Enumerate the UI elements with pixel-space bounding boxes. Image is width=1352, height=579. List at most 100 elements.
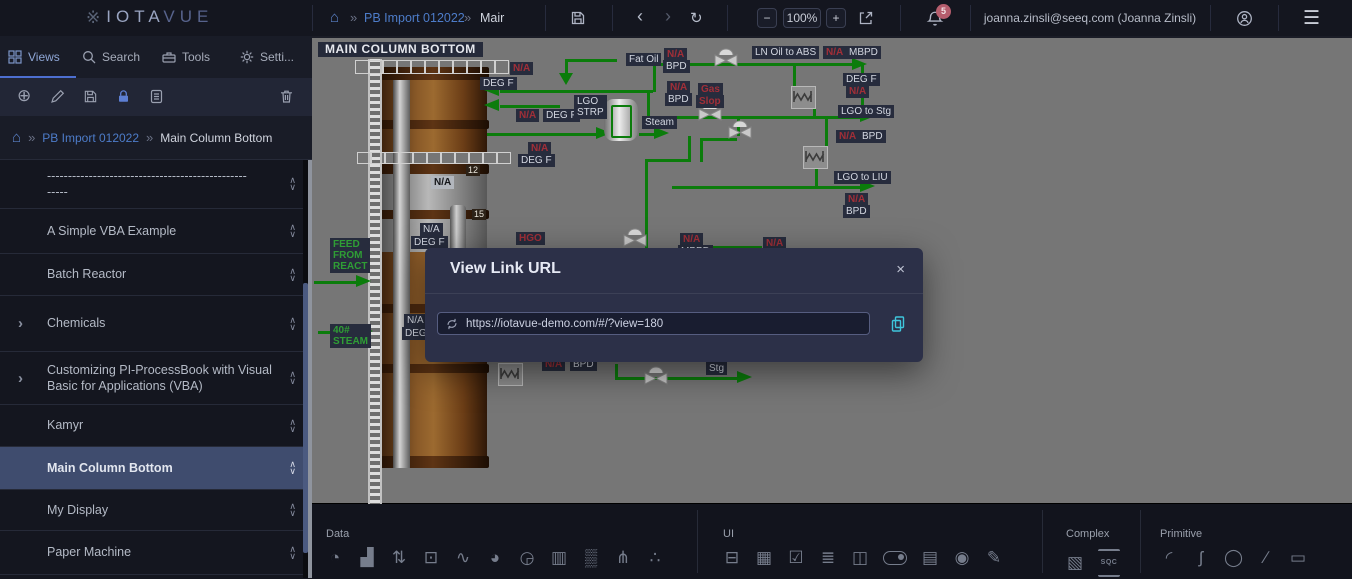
palette-group-primitive: Primitive◜ʃ◯∕▭ xyxy=(1160,528,1307,567)
expand-chevron-icon[interactable]: › xyxy=(18,370,23,387)
reorder-handle[interactable]: ∧∨ xyxy=(289,461,296,475)
s-curve-icon[interactable]: ʃ xyxy=(1192,549,1210,567)
sidebar-tabs: Views Search Tools Setti... xyxy=(0,36,312,78)
table-icon[interactable]: ▥ xyxy=(550,549,568,567)
dialog-title: View Link URL xyxy=(450,260,561,278)
save-view-button[interactable] xyxy=(570,10,586,26)
menu-button[interactable]: ☰ xyxy=(1303,7,1320,30)
refresh-icon[interactable]: ↻ xyxy=(690,9,703,27)
pipe-segment xyxy=(825,116,828,147)
tab-tools[interactable]: Tools xyxy=(162,36,210,78)
canvas-label: MBPD xyxy=(846,46,881,59)
breadcrumb-link[interactable]: PB Import 012022 xyxy=(42,131,139,145)
breadcrumb-link[interactable]: PB Import 012022 xyxy=(364,11,465,25)
expand-chevron-icon[interactable]: › xyxy=(18,315,23,332)
dialog-header: View Link URL × xyxy=(425,248,923,294)
line-icon[interactable]: ∕ xyxy=(1257,549,1275,567)
open-external-button[interactable] xyxy=(858,10,874,26)
range-icon[interactable]: ⇅ xyxy=(390,549,408,567)
arc-icon[interactable]: ◜ xyxy=(1160,549,1178,567)
link-url-input[interactable]: https://iotavue-demo.com/#/?view=180 xyxy=(437,312,870,335)
pipe-segment xyxy=(645,159,688,162)
hierarchy-icon[interactable]: ⋔ xyxy=(614,549,632,567)
text-input-icon[interactable]: ◫ xyxy=(851,549,869,567)
sidebar-item-kamyr[interactable]: Kamyr ∧∨ xyxy=(0,405,312,447)
sqc-icon[interactable]: SQC xyxy=(1098,549,1120,577)
sidebar-item-paper-machine[interactable]: Paper Machine∧∨ xyxy=(0,531,312,575)
sidebar-item-customizing-pi-processbo[interactable]: ›Customizing PI-ProcessBook with Visual … xyxy=(0,352,312,405)
reorder-handle[interactable]: ∧∨ xyxy=(289,317,296,331)
sidebar-item-my-display[interactable]: My Display∧∨ xyxy=(0,490,312,531)
canvas-label: LN Oil to ABS xyxy=(752,46,819,59)
canvas-label: Stg xyxy=(706,362,727,375)
canvas-label: BPD xyxy=(663,60,690,73)
map-icon[interactable]: ▧ xyxy=(1066,554,1084,572)
pipe-segment xyxy=(647,116,860,119)
toolbox-icon xyxy=(162,50,176,64)
lock-button[interactable] xyxy=(116,89,132,105)
sidebar-item-batch-reactor[interactable]: Batch Reactor∧∨ xyxy=(0,254,312,296)
save-button[interactable] xyxy=(83,89,99,105)
copy-link-button[interactable] xyxy=(891,316,905,332)
widget-palette: Data◔▟⇅⊡∿◕◶▥▒⋔∴UI⊟▦☑≣◫▤◉✎Complex▧SQCPrim… xyxy=(312,503,1352,579)
chevron-down-icon: ∨ xyxy=(289,275,296,282)
pipe-segment xyxy=(793,63,796,87)
forward-button[interactable]: › xyxy=(665,6,671,27)
sidebar-item--[interactable]: ----------------------------------------… xyxy=(0,160,312,209)
edit-button[interactable] xyxy=(50,89,66,105)
reorder-handle[interactable]: ∧∨ xyxy=(289,503,296,517)
back-button[interactable]: ‹ xyxy=(637,6,643,27)
home-icon[interactable]: ⌂ xyxy=(12,130,21,145)
sidebar-item-label: Main Column Bottom xyxy=(47,460,278,476)
radio-button-icon[interactable]: ◉ xyxy=(953,549,971,567)
save-icon xyxy=(570,10,586,26)
reorder-handle[interactable]: ∧∨ xyxy=(289,546,296,560)
home-icon[interactable]: ⌂ xyxy=(330,10,339,25)
reorder-handle[interactable]: ∧∨ xyxy=(289,419,296,433)
ellipse-icon[interactable]: ◯ xyxy=(1224,549,1243,567)
divider xyxy=(1042,510,1043,573)
reorder-handle[interactable]: ∧∨ xyxy=(289,268,296,282)
tab-search[interactable]: Search xyxy=(82,36,140,78)
dial-icon[interactable]: ◶ xyxy=(518,549,536,567)
edit-icon[interactable]: ✎ xyxy=(985,549,1003,567)
multiselect-icon[interactable]: ≣ xyxy=(819,549,837,567)
pipe-segment xyxy=(314,281,356,284)
column-standpipe xyxy=(393,80,410,468)
bar-chart-icon[interactable]: ▟ xyxy=(358,549,376,567)
list-icon[interactable]: ▤ xyxy=(921,549,939,567)
chevron-down-icon: ∨ xyxy=(289,324,296,331)
pie-chart-icon[interactable]: ◕ xyxy=(486,549,504,567)
reorder-handle[interactable]: ∧∨ xyxy=(289,224,296,238)
account-button[interactable] xyxy=(1236,10,1253,27)
calendar-icon[interactable]: ▦ xyxy=(755,549,773,567)
button-icon[interactable]: ⊟ xyxy=(723,549,741,567)
checkbox-icon[interactable]: ☑ xyxy=(787,549,805,567)
sidebar-item-a-simple-vba-example[interactable]: A Simple VBA Example∧∨ xyxy=(0,209,312,254)
canvas-label: DEG F xyxy=(518,154,555,167)
canvas-label: 15 xyxy=(472,209,486,220)
sidebar-item-label: Kamyr xyxy=(47,417,278,433)
zoom-in-button[interactable]: + xyxy=(826,8,846,28)
gauge-icon[interactable]: ◔ xyxy=(326,549,344,567)
scatter-plot-icon[interactable]: ∴ xyxy=(646,549,664,567)
value-box-icon[interactable]: ⊡ xyxy=(422,549,440,567)
close-button[interactable]: × xyxy=(896,261,905,278)
pipe-segment xyxy=(653,63,656,92)
document-list-button[interactable] xyxy=(149,89,165,105)
heatmap-icon[interactable]: ▒ xyxy=(582,549,600,567)
sidebar-item-chemicals[interactable]: ›Chemicals∧∨ xyxy=(0,296,312,352)
toggle-icon[interactable] xyxy=(883,551,907,565)
tab-views[interactable]: Views xyxy=(8,36,60,78)
sidebar-item-main-column-bottom[interactable]: Main Column Bottom ∧∨ xyxy=(0,447,312,490)
add-view-button[interactable]: ⊕ xyxy=(17,89,33,105)
reorder-handle[interactable]: ∧∨ xyxy=(289,177,296,191)
delete-button[interactable] xyxy=(279,89,295,105)
gear-icon xyxy=(240,50,254,64)
rectangle-icon[interactable]: ▭ xyxy=(1289,549,1307,567)
tab-settings[interactable]: Setti... xyxy=(240,36,294,78)
zoom-out-button[interactable]: − xyxy=(757,8,777,28)
reorder-handle[interactable]: ∧∨ xyxy=(289,371,296,385)
heat-exchanger-icon xyxy=(498,363,523,386)
trend-chart-icon[interactable]: ∿ xyxy=(454,549,472,567)
